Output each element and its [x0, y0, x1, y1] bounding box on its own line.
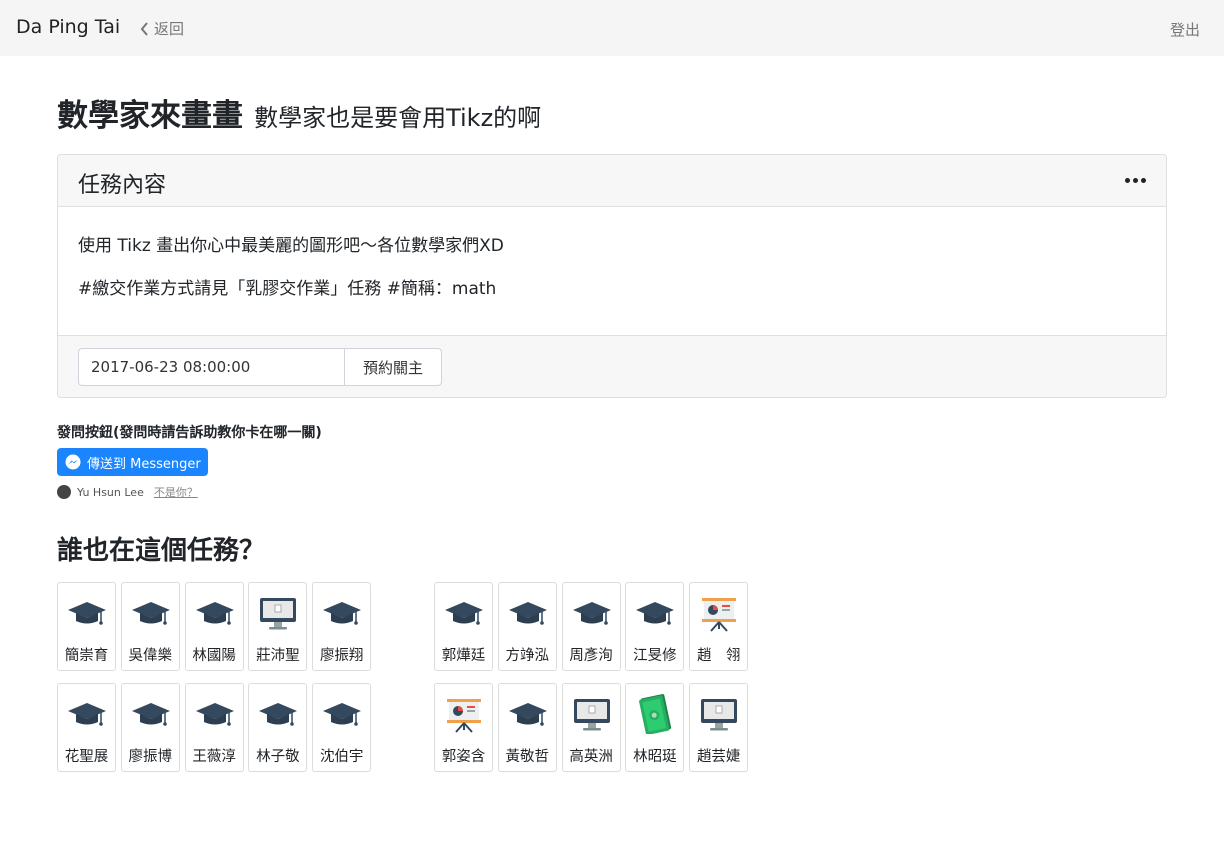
participant-tile[interactable]: 花聖展	[57, 683, 116, 772]
presentation-board-icon	[699, 593, 739, 633]
avatar	[57, 485, 71, 499]
reserve-button[interactable]: 預約關主	[344, 348, 442, 386]
chevron-left-icon	[140, 21, 148, 36]
participant-name: 高英洲	[569, 749, 613, 765]
participant-tile[interactable]: 莊沛聖	[248, 582, 308, 671]
monitor-icon	[699, 694, 739, 734]
send-to-messenger-button[interactable]: 傳送到 Messenger	[57, 448, 208, 476]
participant-name: 花聖展	[64, 749, 109, 765]
participant-tile[interactable]: 趙芸婕	[689, 683, 749, 772]
participant-name: 郭姿含	[441, 749, 486, 765]
graduation-cap-icon	[131, 593, 171, 633]
graduation-cap-icon	[322, 694, 362, 734]
participant-tile[interactable]: 江旻修	[625, 582, 685, 671]
ask-label: 發問按鈕(發問時請告訴助教你卡在哪一關)	[57, 425, 322, 441]
card-body: 使用 Tikz 畫出你心中最美麗的圖形吧～各位數學家們XD #繳交作業方式請見「…	[58, 207, 1166, 335]
participant-name: 簡崇育	[64, 648, 109, 664]
graduation-cap-icon	[635, 593, 675, 633]
messenger-button-label: 傳送到 Messenger	[87, 456, 201, 472]
participant-name: 周彥洵	[569, 648, 613, 664]
participant-name: 廖振翔	[319, 648, 364, 664]
datetime-input[interactable]	[78, 348, 345, 386]
graduation-cap-icon	[572, 593, 612, 633]
graduation-cap-icon	[195, 694, 235, 734]
graduation-cap-icon	[258, 694, 298, 734]
participant-tile[interactable]: 吳偉樂	[120, 582, 180, 671]
graduation-cap-icon	[195, 593, 235, 633]
participant-tile[interactable]: 林子敬	[248, 683, 308, 772]
task-subtitle: 數學家也是要會用Tikz的啊	[254, 104, 542, 132]
participant-tile[interactable]: 簡崇育	[57, 582, 116, 671]
graduation-cap-icon	[322, 593, 362, 633]
task-title: 數學家來畫畫	[57, 98, 243, 134]
back-link[interactable]: 返回	[140, 18, 184, 39]
participant-name: 趙 翎	[696, 648, 741, 664]
participant-name: 林昭珽	[633, 749, 677, 765]
navbar: Da Ping Tai 返回 登出	[0, 0, 1224, 56]
money-icon	[635, 694, 675, 735]
more-options-icon[interactable]	[1125, 178, 1146, 183]
participant-name: 郭燁廷	[441, 648, 486, 664]
monitor-icon	[258, 593, 298, 633]
task-card: 任務內容 使用 Tikz 畫出你心中最美麗的圖形吧～各位數學家們XD #繳交作業…	[57, 154, 1167, 398]
participant-name: 黃敬哲	[505, 749, 550, 765]
participant-tile[interactable]: 趙 翎	[689, 582, 749, 671]
not-you-link[interactable]: 不是你？	[154, 484, 198, 500]
participant-tile[interactable]: 周彥洵	[561, 582, 621, 671]
logout-link[interactable]: 登出	[1170, 19, 1200, 40]
participant-tile[interactable]: 沈伯宇	[312, 683, 372, 772]
presentation-board-icon	[444, 694, 484, 734]
page-title: 數學家來畫畫 數學家也是要會用Tikz的啊	[57, 90, 541, 135]
card-footer: 預約關主	[58, 335, 1166, 397]
participant-tile[interactable]: 廖振博	[120, 683, 180, 772]
task-description-line-2: #繳交作業方式請見「乳膠交作業」任務 #簡稱：math	[78, 279, 497, 299]
participant-tile[interactable]: 郭姿含	[434, 683, 493, 772]
participant-name: 江旻修	[633, 648, 677, 664]
participant-name: 沈伯宇	[319, 749, 364, 765]
graduation-cap-icon	[67, 694, 107, 734]
participant-tile[interactable]: 林昭珽	[625, 683, 685, 772]
participant-name: 林國陽	[192, 648, 236, 664]
brand-link[interactable]: Da Ping Tai	[16, 16, 120, 38]
participant-name: 林子敬	[256, 749, 300, 765]
who-title: 誰也在這個任務？	[57, 536, 266, 566]
graduation-cap-icon	[508, 593, 548, 633]
participant-name: 廖振博	[128, 749, 173, 765]
participant-tile[interactable]: 廖振翔	[312, 582, 372, 671]
task-description-line-1: 使用 Tikz 畫出你心中最美麗的圖形吧～各位數學家們XD	[78, 236, 504, 256]
graduation-cap-icon	[67, 593, 107, 633]
messenger-user-line: Yu Hsun Lee 不是你？	[57, 484, 198, 500]
participant-name: 莊沛聖	[256, 648, 300, 664]
card-header: 任務內容	[58, 155, 1166, 207]
participant-name: 方竫泓	[505, 648, 550, 664]
graduation-cap-icon	[131, 694, 171, 734]
participant-tile[interactable]: 高英洲	[561, 683, 621, 772]
participant-name: 王薇淳	[192, 749, 236, 765]
participant-tile[interactable]: 郭燁廷	[434, 582, 493, 671]
participant-tile[interactable]: 方竫泓	[497, 582, 557, 671]
messenger-icon	[65, 454, 81, 470]
card-header-title: 任務內容	[78, 173, 167, 198]
participant-tile[interactable]: 王薇淳	[184, 683, 244, 772]
user-name: Yu Hsun Lee	[77, 485, 144, 499]
participant-name: 吳偉樂	[128, 648, 173, 664]
back-label: 返回	[154, 20, 185, 38]
participant-name: 趙芸婕	[696, 749, 741, 765]
monitor-icon	[572, 694, 612, 734]
graduation-cap-icon	[444, 593, 484, 633]
participant-tile[interactable]: 林國陽	[184, 582, 244, 671]
participant-tile[interactable]: 黃敬哲	[497, 683, 557, 772]
graduation-cap-icon	[508, 694, 548, 734]
